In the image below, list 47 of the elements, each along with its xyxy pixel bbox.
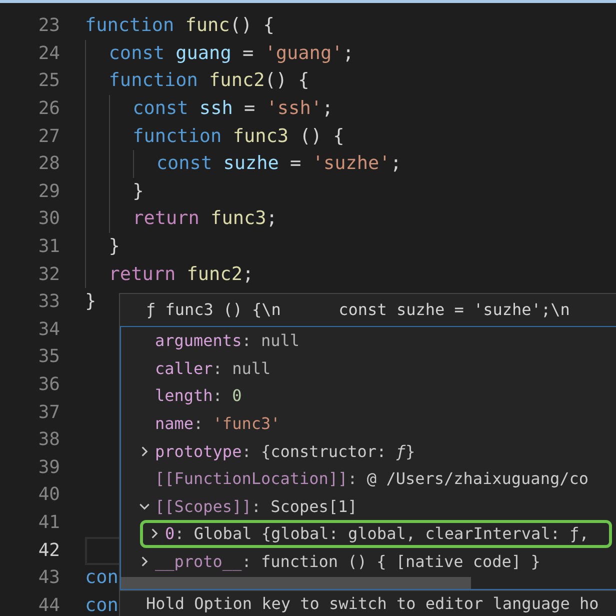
code-line: } bbox=[132, 180, 144, 202]
line-number: 38 bbox=[37, 429, 60, 450]
tree-item-label[interactable]: [[Scopes]]: Scopes[1] bbox=[155, 496, 358, 516]
line-number: 29 bbox=[37, 180, 60, 202]
line-number: 27 bbox=[37, 126, 60, 147]
line-number: 39 bbox=[37, 456, 60, 478]
tree-item-label[interactable]: 0: Global {global: global, clearInterval: ƒ, bbox=[165, 524, 589, 544]
line-number: 44 bbox=[37, 594, 60, 616]
tree-item-label[interactable]: [[FunctionLocation]]: @ /Users/zhaixuguang/co bbox=[155, 469, 588, 488]
line-number: 33 bbox=[37, 291, 60, 312]
code-line: function func3 () { bbox=[132, 126, 344, 147]
line-number: 30 bbox=[37, 208, 60, 230]
line-number: 37 bbox=[37, 402, 60, 423]
code-line: return func3; bbox=[132, 208, 278, 230]
line-number: 31 bbox=[37, 236, 60, 258]
line-number: 28 bbox=[37, 153, 60, 174]
line-number: 24 bbox=[37, 42, 60, 64]
line-number: 34 bbox=[37, 318, 60, 340]
line-number: 43 bbox=[37, 567, 60, 588]
code-line: function func() { bbox=[85, 15, 274, 36]
code-line: function func2() { bbox=[108, 70, 310, 92]
code-line: con bbox=[85, 594, 118, 616]
code-line: const suzhe = 'suzhe'; bbox=[156, 153, 402, 174]
code-line: con bbox=[85, 567, 118, 588]
line-number: 40 bbox=[37, 484, 60, 506]
code-line: return func2; bbox=[108, 264, 254, 285]
tree-item-label[interactable]: caller: null bbox=[155, 358, 271, 378]
tree-item-label[interactable]: prototype: {constructor: ƒ} bbox=[155, 442, 416, 461]
line-number: 41 bbox=[37, 512, 60, 533]
tree-item-label[interactable]: __proto__: function () { [native code] } bbox=[155, 552, 540, 572]
tree-item-label[interactable]: name: 'func3' bbox=[155, 414, 280, 434]
code-line: const ssh = 'ssh'; bbox=[132, 98, 334, 120]
code-line: } bbox=[108, 236, 120, 258]
hover-hint: Hold Option key to switch to editor language ho bbox=[120, 590, 616, 616]
line-number: 26 bbox=[37, 98, 60, 120]
line-number: 25 bbox=[37, 70, 60, 92]
tree-item-label[interactable]: length: 0 bbox=[155, 386, 242, 406]
code-line: const guang = 'guang'; bbox=[108, 42, 354, 64]
tree-item-label[interactable]: arguments: null bbox=[155, 331, 300, 350]
scrollbar-thumb[interactable] bbox=[121, 577, 471, 589]
line-number: 36 bbox=[37, 374, 60, 396]
hover-signature: ƒ func3 () {\n const suzhe = 'suzhe';\n bbox=[145, 299, 571, 321]
line-number: 35 bbox=[37, 346, 60, 368]
line-number: 32 bbox=[37, 264, 60, 285]
line-number: 23 bbox=[37, 15, 60, 36]
code-line: } bbox=[85, 291, 96, 312]
line-number: 42 bbox=[37, 540, 60, 561]
